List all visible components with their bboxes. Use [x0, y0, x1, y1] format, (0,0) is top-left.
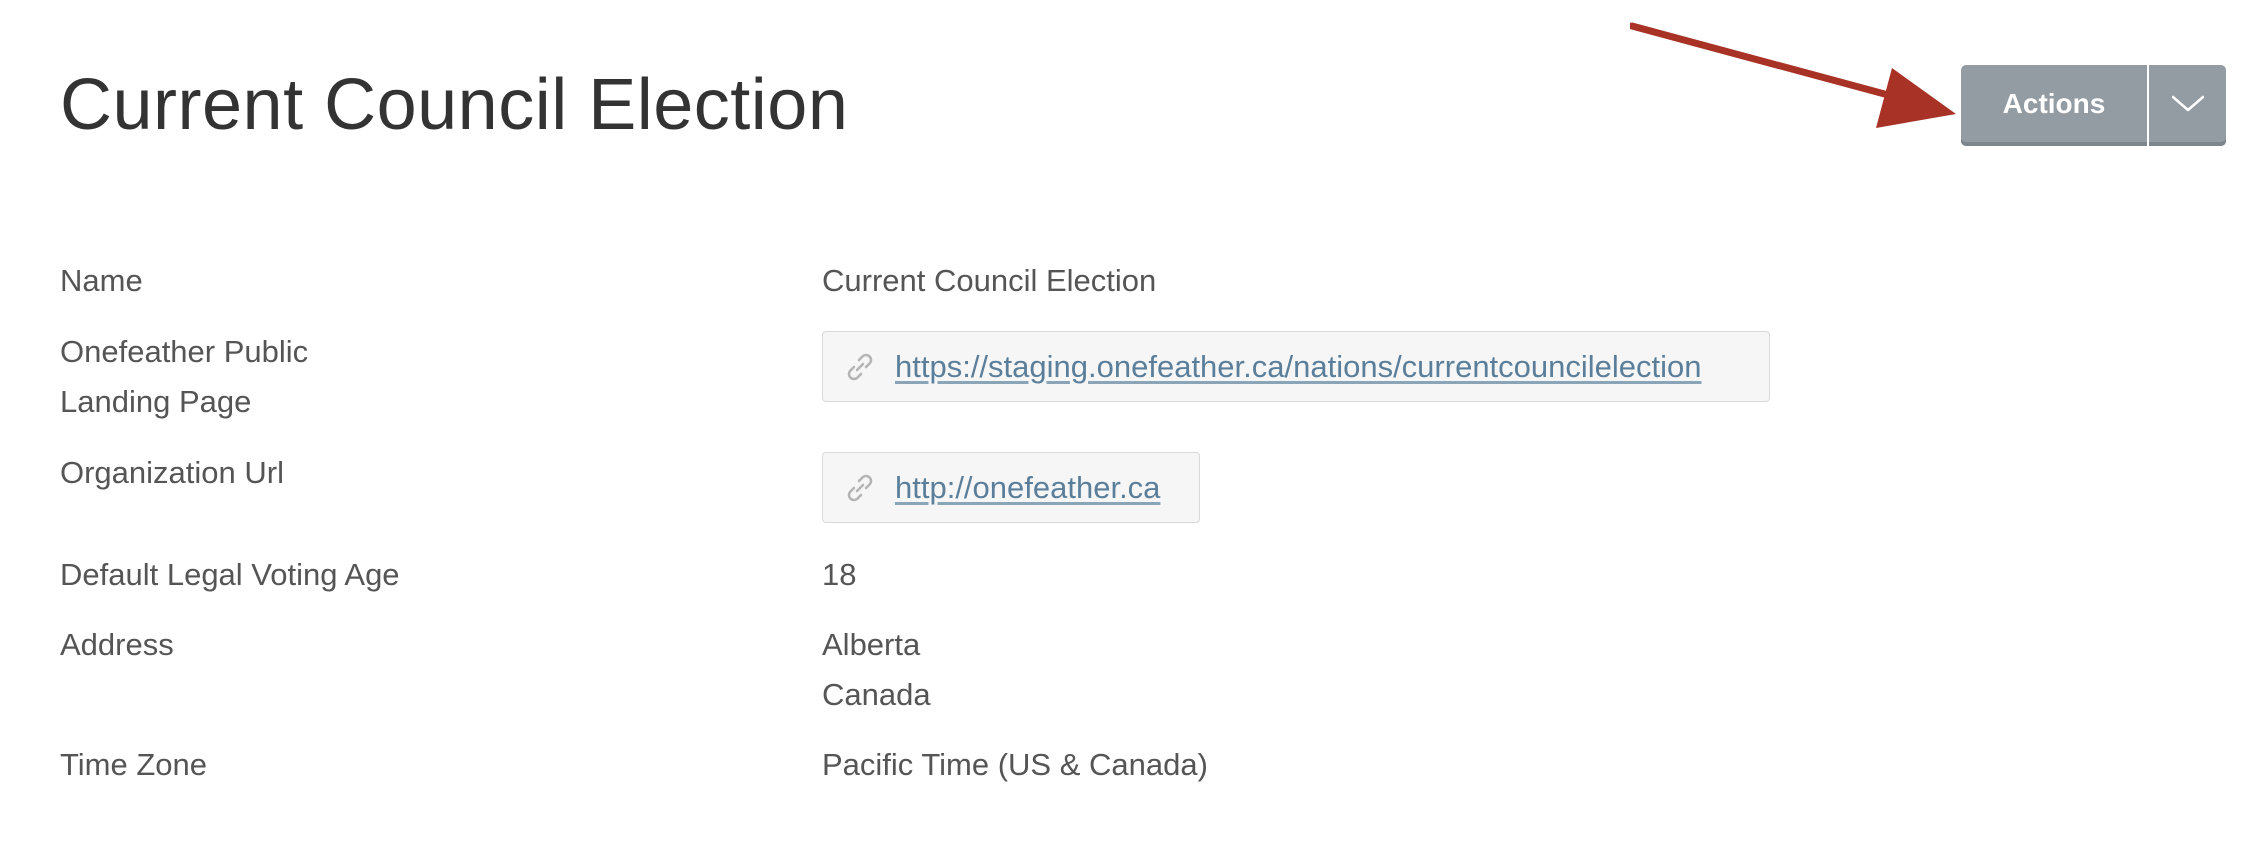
landing-page-label-line1: Onefeather Public — [60, 334, 309, 369]
page-title: Current Council Election — [60, 65, 849, 145]
actions-button-group: Actions — [1961, 65, 2226, 146]
voting-age-value: 18 — [822, 557, 857, 592]
actions-button[interactable]: Actions — [1961, 65, 2147, 146]
time-zone-label: Time Zone — [60, 747, 208, 782]
name-label: Name — [60, 263, 143, 298]
voting-age-label: Default Legal Voting Age — [60, 557, 400, 592]
chevron-down-icon — [2171, 95, 2204, 111]
landing-page-link[interactable]: https://staging.onefeather.ca/nations/cu… — [895, 349, 1702, 385]
landing-page-link-box: https://staging.onefeather.ca/nations/cu… — [822, 331, 1770, 402]
annotation-arrow-icon — [1630, 22, 1956, 128]
link-icon — [847, 474, 873, 501]
address-label: Address — [60, 627, 174, 662]
time-zone-value: Pacific Time (US & Canada) — [822, 747, 1208, 782]
organization-url-link[interactable]: http://onefeather.ca — [895, 470, 1160, 506]
organization-url-label: Organization Url — [60, 455, 284, 490]
address-line2: Canada — [822, 677, 931, 712]
link-icon — [847, 353, 873, 380]
address-line1: Alberta — [822, 627, 921, 662]
landing-page-label-line2: Landing Page — [60, 384, 252, 419]
organization-url-link-box: http://onefeather.ca — [822, 452, 1200, 523]
name-value: Current Council Election — [822, 263, 1157, 298]
actions-dropdown-toggle[interactable] — [2149, 65, 2226, 146]
